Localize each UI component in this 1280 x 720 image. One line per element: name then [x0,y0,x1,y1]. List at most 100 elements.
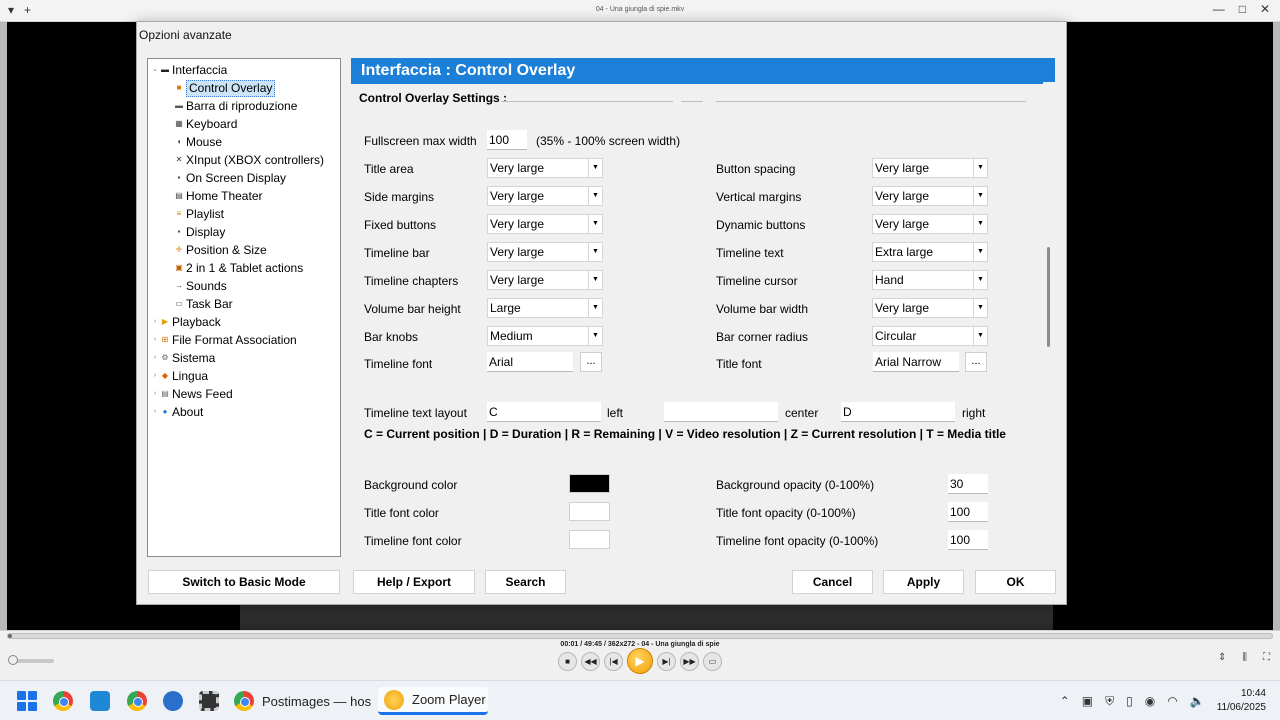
timeline-font-opacity-input[interactable] [948,530,988,550]
wifi-icon[interactable]: ◠ [1167,694,1177,708]
equalizer-icon[interactable]: ⫼ [1242,652,1247,663]
battery-icon[interactable]: ▯ [1126,694,1133,708]
tree-item-position-size[interactable]: ✛ Position & Size [148,241,340,259]
stop-icon[interactable]: ■ [558,651,577,671]
fast-forward-icon[interactable]: ▶▶ [680,651,699,671]
minimize-icon[interactable]: — [1213,2,1225,16]
chevron-up-icon[interactable]: ⌃ [1060,694,1070,708]
maximize-icon[interactable]: □ [1239,2,1246,16]
taskbar-window-app[interactable] [88,687,112,715]
previous-icon[interactable]: |◀ [604,651,623,671]
dropdown-arrow-icon[interactable]: ▼ [973,243,987,261]
rewind-icon[interactable]: ◀◀ [581,651,600,671]
volume-slider[interactable] [8,655,54,665]
timeline-bar[interactable] [7,633,1273,639]
tree-item-news-feed[interactable]: › ▤ News Feed [148,385,340,403]
background-color-swatch[interactable] [569,474,610,493]
dropdown-arrow-icon[interactable]: ▼ [588,299,602,317]
layout-center-input[interactable] [664,402,778,422]
tree-item-file-format-association[interactable]: › ⊞ File Format Association [148,331,340,349]
dropdown-arrow-icon[interactable]: ▼ [588,327,602,345]
play-icon[interactable]: ▶ [627,648,653,674]
taskbar-zoom-player[interactable]: Zoom Player [378,687,488,715]
bar-knobs-select[interactable]: Medium ▼ [487,326,603,346]
fullscreen-icon[interactable]: ⛶ [1263,652,1270,663]
fullscreen-max-width-input[interactable] [487,130,527,150]
volume-bar-height-select[interactable]: Large ▼ [487,298,603,318]
volume-knob[interactable] [8,655,18,665]
speaker-icon[interactable]: 🔈 [1190,694,1205,708]
dropdown-arrow-icon[interactable]: ▼ [588,271,602,289]
tree-expander-icon[interactable]: › [150,349,160,367]
taskbar-chrome-2[interactable] [126,687,148,715]
apply-button[interactable]: Apply [883,570,964,594]
clock[interactable]: 10:44 11/06/2025 [1217,687,1266,715]
switch-basic-mode-button[interactable]: Switch to Basic Mode [148,570,340,594]
title-font-input[interactable] [873,352,959,372]
tree-item-about[interactable]: › ● About [148,403,340,421]
scrollbar-thumb[interactable] [1047,247,1050,347]
tree-item-2-in-1-tablet-actions[interactable]: ▣ 2 in 1 & Tablet actions [148,259,340,277]
timeline-font-browse-button[interactable]: ... [580,352,602,372]
tree-item-mouse[interactable]: ◖ Mouse [148,133,340,151]
start-button[interactable] [14,687,40,715]
dropdown-arrow-icon[interactable]: ▼ [973,271,987,289]
timeline-font-input[interactable] [487,352,573,372]
tree-item-playback[interactable]: › ▶ Playback [148,313,340,331]
taskbar-film-app[interactable] [198,687,220,715]
ok-button[interactable]: OK [975,570,1056,594]
settings-scrollbar[interactable] [1043,82,1055,531]
tree-expander-icon[interactable]: › [150,331,160,349]
tree-item-lingua[interactable]: › ◆ Lingua [148,367,340,385]
tree-item-interfaccia[interactable]: ⌄ ▬ Interfaccia [148,61,340,79]
search-button[interactable]: Search [485,570,566,594]
tree-expander-icon[interactable]: › [150,313,160,331]
dropdown-arrow-icon[interactable]: ▼ [973,215,987,233]
vertical-margins-select[interactable]: Very large ▼ [872,186,988,206]
taskbar-refresh-app[interactable] [162,687,184,715]
tree-item-barra-di-riproduzione[interactable]: ▬ Barra di riproduzione [148,97,340,115]
tree-expander-icon[interactable]: › [150,385,160,403]
side-margins-select[interactable]: Very large ▼ [487,186,603,206]
tree-item-display[interactable]: ▪ Display [148,223,340,241]
tree-item-home-theater[interactable]: ▤ Home Theater [148,187,340,205]
alien-icon[interactable]: ◉ [1145,694,1155,708]
layout-right-input[interactable] [841,402,955,422]
tree-item-on-screen-display[interactable]: ▪ On Screen Display [148,169,340,187]
volume-bar-width-select[interactable]: Very large ▼ [872,298,988,318]
taskbar-postimages[interactable]: Postimages — hos [232,687,372,715]
next-icon[interactable]: ▶| [657,651,676,671]
title-font-opacity-input[interactable] [948,502,988,522]
cancel-button[interactable]: Cancel [792,570,873,594]
terminal-icon[interactable]: ▣ [1082,694,1093,708]
tree-item-control-overlay[interactable]: ■ Control Overlay [148,79,340,97]
help-export-button[interactable]: Help / Export [353,570,475,594]
background-opacity-input[interactable] [948,474,988,494]
layout-left-input[interactable] [487,402,601,422]
timeline-text-select[interactable]: Extra large ▼ [872,242,988,262]
timeline-chapters-select[interactable]: Very large ▼ [487,270,603,290]
dropdown-arrow-icon[interactable]: ▼ [973,327,987,345]
fixed-buttons-select[interactable]: Very large ▼ [487,214,603,234]
resize-icon[interactable]: ⇕ [1218,652,1226,663]
dropdown-arrow-icon[interactable]: ▼ [588,159,602,177]
close-icon[interactable]: ✕ [1260,2,1270,16]
title-font-color-swatch[interactable] [569,502,610,521]
title-area-select[interactable]: Very large ▼ [487,158,603,178]
dropdown-arrow-icon[interactable]: ▼ [973,299,987,317]
tree-item-task-bar[interactable]: ▭ Task Bar [148,295,340,313]
open-folder-icon[interactable]: ▭ [703,651,722,671]
dropdown-arrow-icon[interactable]: ▼ [588,187,602,205]
bar-corner-radius-select[interactable]: Circular ▼ [872,326,988,346]
tree-expander-icon[interactable]: ⌄ [150,61,160,79]
shield-icon[interactable]: ⛨ [1105,694,1114,709]
tree-expander-icon[interactable]: › [150,403,160,421]
button-spacing-select[interactable]: Very large ▼ [872,158,988,178]
title-font-browse-button[interactable]: ... [965,352,987,372]
dropdown-arrow-icon[interactable]: ▼ [973,187,987,205]
tree-item-keyboard[interactable]: ▦ Keyboard [148,115,340,133]
dropdown-arrow-icon[interactable]: ▼ [588,215,602,233]
dropdown-arrow-icon[interactable]: ▼ [588,243,602,261]
tree-item-sounds[interactable]: → Sounds [148,277,340,295]
timeline-bar-select[interactable]: Very large ▼ [487,242,603,262]
